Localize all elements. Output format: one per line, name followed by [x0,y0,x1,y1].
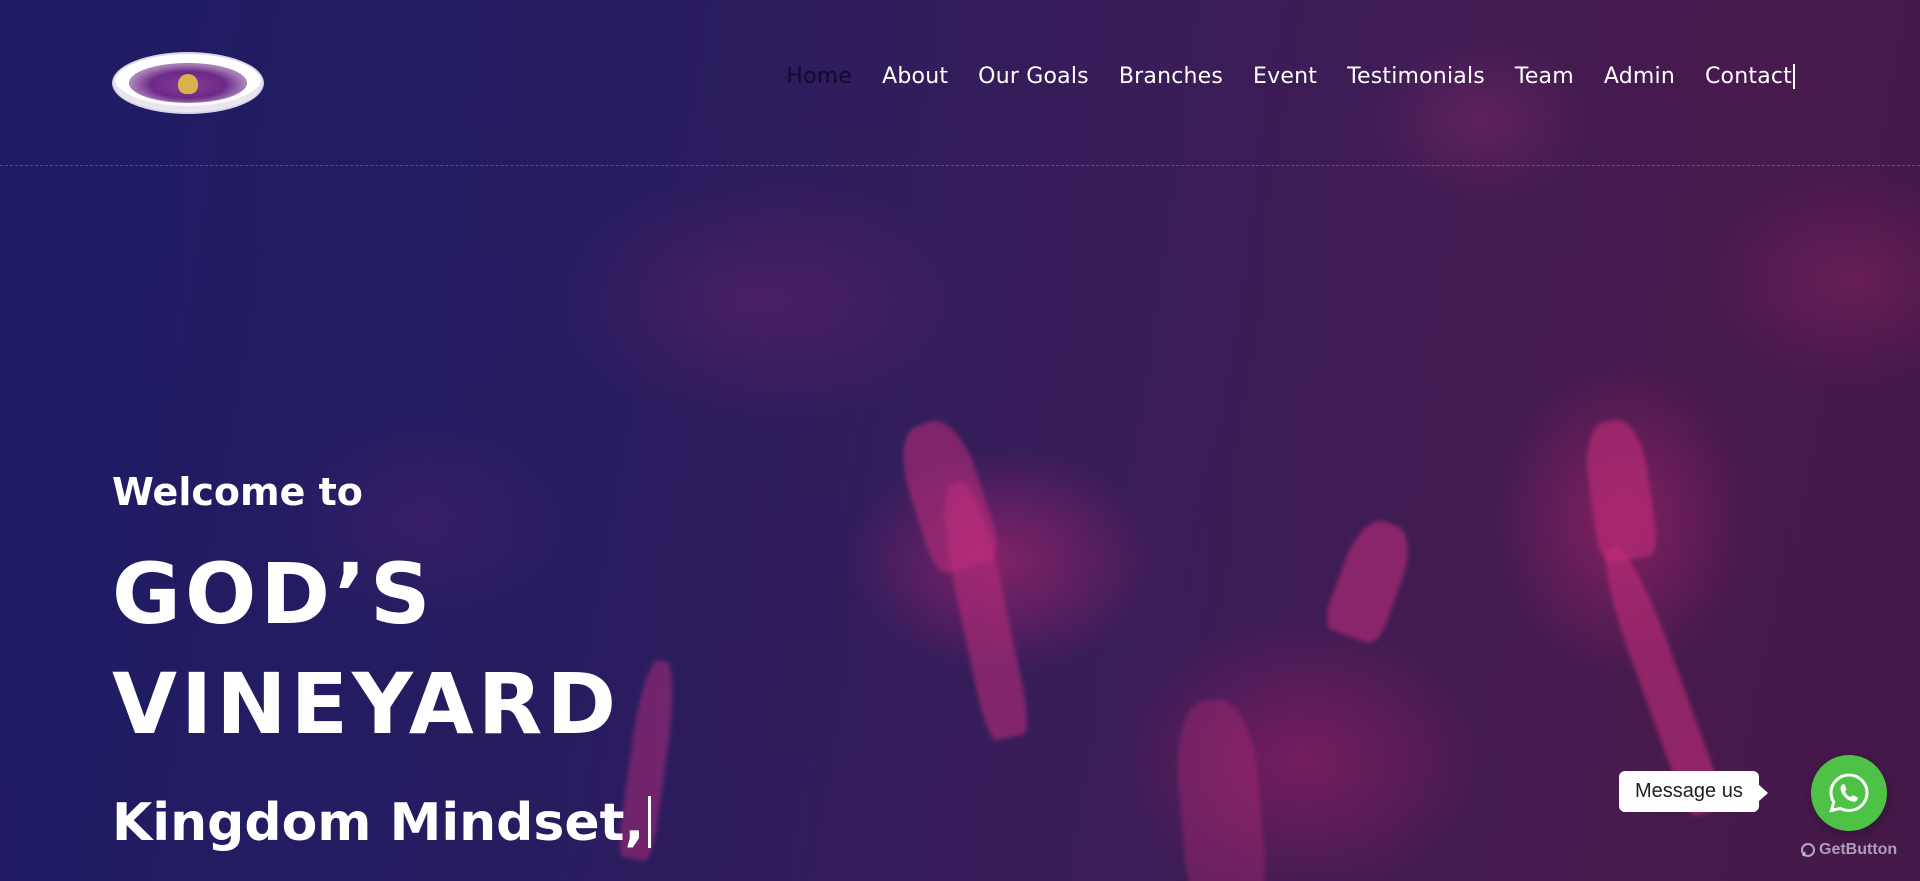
nav-team[interactable]: Team [1515,64,1574,89]
main-nav: Home About Our Goals Branches Event Test… [786,64,1795,89]
whatsapp-button[interactable] [1811,755,1887,831]
ministry-logo-icon[interactable] [112,52,264,114]
logo-emblem [129,63,247,103]
site-header: Home About Our Goals Branches Event Test… [0,0,1920,166]
nav-contact[interactable]: Contact [1705,64,1795,89]
hero-tagline-text: Kingdom Mindset, [112,793,645,853]
nav-testimonials[interactable]: Testimonials [1347,64,1485,89]
whatsapp-tooltip[interactable]: Message us [1619,771,1768,812]
hero-tagline: Kingdom Mindset, [112,793,652,853]
typing-cursor [648,796,652,848]
nav-home[interactable]: Home [786,64,852,89]
getbutton-brand[interactable]: GetButton [1800,841,1897,859]
nav-our-goals[interactable]: Our Goals [978,64,1089,89]
chalice-icon [178,74,198,94]
hero-title-line2: VINEYARD [112,655,621,753]
getbutton-label: GetButton [1819,841,1898,858]
nav-event[interactable]: Event [1253,64,1317,89]
nav-about[interactable]: About [882,64,948,89]
nav-branches[interactable]: Branches [1119,64,1223,89]
nav-admin[interactable]: Admin [1604,64,1675,89]
whatsapp-icon [1829,773,1869,813]
hero-title-line1: GOD’S [112,545,435,643]
getbutton-logo-icon [1801,843,1815,857]
hero-welcome-text: Welcome to [112,470,363,514]
